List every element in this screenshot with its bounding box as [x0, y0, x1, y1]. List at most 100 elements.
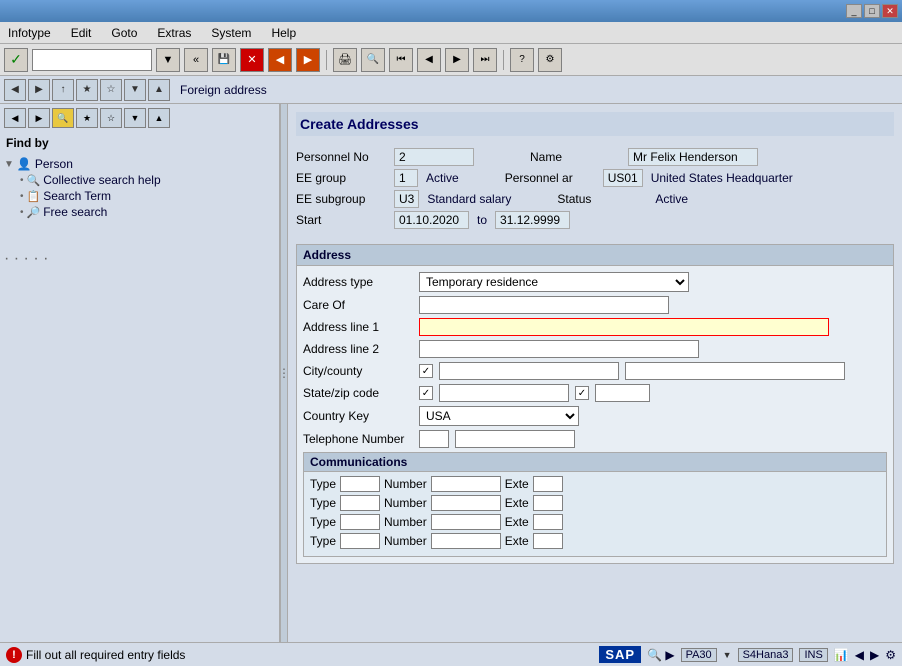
address-line2-input[interactable]	[419, 340, 699, 358]
care-of-input[interactable]	[419, 296, 669, 314]
city-checkbox[interactable]: ✓	[419, 364, 433, 378]
tree-collective-search[interactable]: • 🔍 Collective search help	[4, 172, 275, 188]
county-input[interactable]	[625, 362, 845, 380]
nav-btn-4[interactable]: ★	[76, 108, 98, 128]
nav-btn-7[interactable]: ▲	[148, 108, 170, 128]
stop-button[interactable]: ✕	[240, 48, 264, 72]
comm-row-4: Type Number Exte	[310, 533, 880, 549]
comm-type-input-4[interactable]	[340, 533, 380, 549]
address-section-body: Address type Temporary residence Care Of…	[297, 266, 893, 563]
nav-star-button[interactable]: ★	[76, 79, 98, 101]
city-input[interactable]	[439, 362, 619, 380]
comm-type-input-1[interactable]	[340, 476, 380, 492]
comm-number-label-3: Number	[384, 515, 427, 529]
telephone-input-1[interactable]	[419, 430, 449, 448]
zip-checkbox[interactable]: ✓	[575, 386, 589, 400]
menu-extras[interactable]: Extras	[153, 24, 195, 42]
nav-forward-button[interactable]: ▶	[28, 79, 50, 101]
panel-divider[interactable]: ⋮	[280, 104, 288, 642]
menu-edit[interactable]: Edit	[67, 24, 96, 42]
address-line1-input[interactable]	[419, 318, 829, 336]
pa30-badge: PA30	[681, 648, 717, 662]
info-row-3: EE subgroup U3 Standard salary Status Ac…	[296, 190, 894, 208]
ee-group-value: 1	[394, 169, 418, 187]
confirm-button[interactable]: ✓	[4, 48, 28, 72]
comm-type-input-2[interactable]	[340, 495, 380, 511]
state-input[interactable]	[439, 384, 569, 402]
nav-btn-3[interactable]: 🔍	[52, 108, 74, 128]
state-checkbox[interactable]: ✓	[419, 386, 433, 400]
last-button[interactable]: ⏭	[473, 48, 497, 72]
close-button[interactable]: ✕	[882, 4, 898, 18]
forward-button[interactable]: ▶	[296, 48, 320, 72]
nav-bookmark-button[interactable]: ☆	[100, 79, 122, 101]
search-button[interactable]: 🔍	[361, 48, 385, 72]
comm-exte-label-1: Exte	[505, 477, 529, 491]
menu-goto[interactable]: Goto	[107, 24, 141, 42]
nav-btn-6[interactable]: ▼	[124, 108, 146, 128]
window-controls[interactable]: _ □ ✕	[846, 4, 898, 18]
comm-exte-input-4[interactable]	[533, 533, 563, 549]
nav-btn-2[interactable]: ▶	[28, 108, 50, 128]
comm-exte-input-2[interactable]	[533, 495, 563, 511]
status-label: Status	[557, 192, 647, 206]
address-section: Address Address type Temporary residence…	[296, 244, 894, 564]
address-type-select[interactable]: Temporary residence	[419, 272, 689, 292]
comm-number-input-1[interactable]	[431, 476, 501, 492]
info-row-2: EE group 1 Active Personnel ar US01 Unit…	[296, 169, 894, 187]
nav-btn-5[interactable]: ☆	[100, 108, 122, 128]
main-content: ◀ ▶ 🔍 ★ ☆ ▼ ▲ Find by ▼ 👤 Person • 🔍 Col…	[0, 104, 902, 642]
comm-type-input-3[interactable]	[340, 514, 380, 530]
menu-help[interactable]: Help	[267, 24, 300, 42]
menu-infotype[interactable]: Infotype	[4, 24, 55, 42]
state-zip-label: State/zip code	[303, 386, 413, 400]
help-button[interactable]: ?	[510, 48, 534, 72]
command-input[interactable]	[32, 49, 152, 71]
tree-collective-label: Collective search help	[43, 173, 160, 187]
tree-person[interactable]: ▼ 👤 Person	[4, 156, 275, 172]
save-button[interactable]: 💾	[212, 48, 236, 72]
comm-exte-input-3[interactable]	[533, 514, 563, 530]
comm-row-1: Type Number Exte	[310, 476, 880, 492]
toolbar-separator-1	[326, 50, 327, 70]
name-value: Mr Felix Henderson	[628, 148, 758, 166]
dropdown-button[interactable]: ▼	[156, 48, 180, 72]
nav-up-arrow-button[interactable]: ▲	[148, 79, 170, 101]
print-button[interactable]: 🖨	[333, 48, 357, 72]
menu-system[interactable]: System	[207, 24, 255, 42]
telephone-input-2[interactable]	[455, 430, 575, 448]
personnel-no-label: Personnel No	[296, 150, 386, 164]
left-panel: ◀ ▶ 🔍 ★ ☆ ▼ ▲ Find by ▼ 👤 Person • 🔍 Col…	[0, 104, 280, 642]
address-line1-label: Address line 1	[303, 320, 413, 334]
comm-number-input-4[interactable]	[431, 533, 501, 549]
ee-subgroup-label: EE subgroup	[296, 192, 386, 206]
tree-search-term[interactable]: • 📋 Search Term	[4, 188, 275, 204]
nav-down-arrow-button[interactable]: ▼	[124, 79, 146, 101]
zip-input[interactable]	[595, 384, 650, 402]
city-county-label: City/county	[303, 364, 413, 378]
comm-number-input-2[interactable]	[431, 495, 501, 511]
minimize-button[interactable]: _	[846, 4, 862, 18]
tree-bullet-icon: •	[20, 175, 24, 186]
nav-back-button[interactable]: ◀	[4, 79, 26, 101]
back2-button[interactable]: ◀	[268, 48, 292, 72]
prev-button[interactable]: ◀	[417, 48, 441, 72]
nav-btn-1[interactable]: ◀	[4, 108, 26, 128]
find-by-label: Find by	[4, 134, 275, 152]
title-bar: _ □ ✕	[0, 0, 902, 22]
nav-up-button[interactable]: ↑	[52, 79, 74, 101]
personnel-no-value: 2	[394, 148, 474, 166]
next-button[interactable]: ▶	[445, 48, 469, 72]
settings-button[interactable]: ⚙	[538, 48, 562, 72]
comm-exte-input-1[interactable]	[533, 476, 563, 492]
search-term-icon: 📋	[27, 190, 41, 203]
ee-subgroup-value: U3	[394, 190, 419, 208]
person-icon: 👤	[17, 157, 32, 171]
status-bar: ! Fill out all required entry fields SAP…	[0, 642, 902, 666]
first-button[interactable]: ⏮	[389, 48, 413, 72]
back-button[interactable]: «	[184, 48, 208, 72]
comm-number-input-3[interactable]	[431, 514, 501, 530]
maximize-button[interactable]: □	[864, 4, 880, 18]
tree-free-search[interactable]: • 🔎 Free search	[4, 204, 275, 220]
country-key-select[interactable]: USA	[419, 406, 579, 426]
